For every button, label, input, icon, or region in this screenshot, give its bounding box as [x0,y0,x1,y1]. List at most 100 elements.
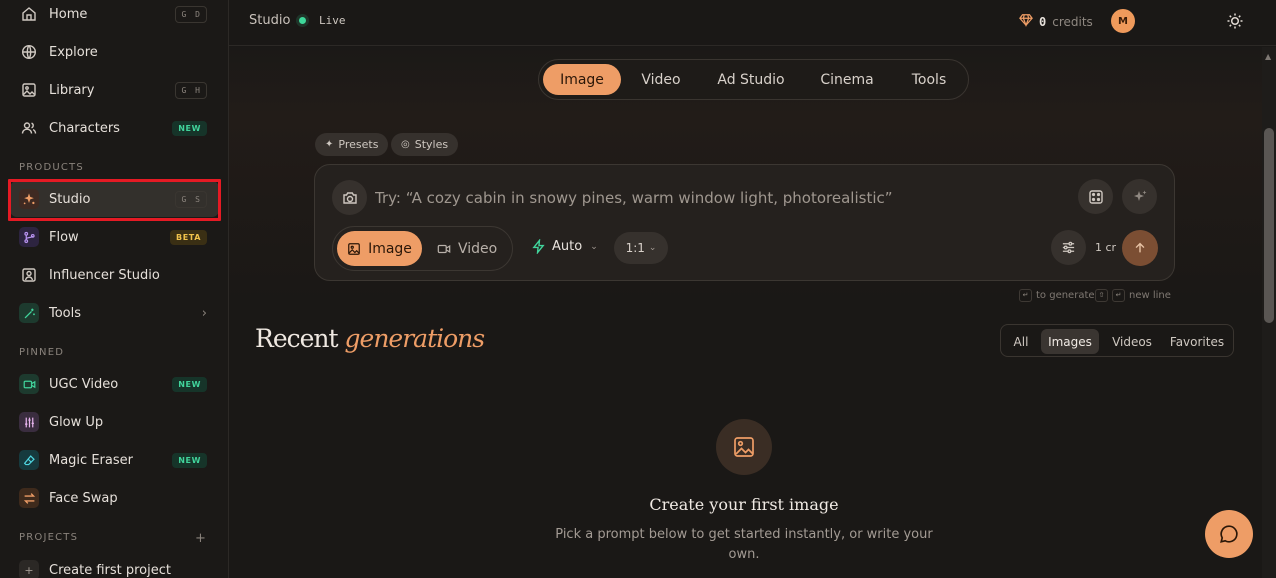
page-title: Studio [249,13,291,28]
random-prompt-button[interactable] [1078,179,1113,214]
sidebar-item-label: Flow [49,229,79,245]
aspect-ratio-select[interactable]: 1:1 ⌄ [614,232,668,264]
portrait-icon [19,265,39,285]
generate-hint: ↵ to generate [1019,289,1095,302]
dice-icon [1088,189,1103,204]
new-badge: NEW [172,120,207,136]
enter-key-icon: ↵ [1019,289,1032,302]
sparkle-icon [19,189,39,209]
filter-favorites[interactable]: Favorites [1165,329,1229,354]
sidebar-item-label: Glow Up [49,414,104,430]
tab-video[interactable]: Video [629,64,693,95]
plus-icon: + [19,560,39,578]
sidebar-item-label: Home [49,6,88,22]
sidebar-item-tools[interactable]: Tools › [10,295,219,331]
sidebar-item-explore[interactable]: Explore [10,34,219,70]
image-icon [19,80,39,100]
styles-chip[interactable]: ◎ Styles [391,133,459,156]
sidebar-item-face-swap[interactable]: Face Swap [10,480,219,516]
empty-state-title: Create your first image [649,495,839,514]
filter-all[interactable]: All [1007,329,1035,354]
sidebar-item-label: Face Swap [49,490,118,506]
filter-images[interactable]: Images [1041,329,1099,354]
upload-image-button[interactable] [332,180,367,215]
shortcut-hint: G D [174,5,207,23]
shortcut-hint: G S [174,190,207,208]
sparkles-icon [1133,190,1146,201]
enhance-prompt-button[interactable] [1122,179,1157,214]
image-icon [716,419,772,475]
sidebar-item-label: Studio [49,191,91,207]
generate-button[interactable] [1122,230,1158,266]
chat-support-button[interactable] [1205,510,1253,558]
sidebar-item-label: Tools [49,305,82,321]
scrollbar-thumb[interactable] [1264,128,1274,323]
users-icon [19,118,39,138]
type-video-button[interactable]: Video [437,231,497,266]
sidebar-item-magic-eraser[interactable]: Magic Eraser NEW [10,442,219,478]
live-status-label: Live [319,14,346,27]
credits-label: credits [1052,14,1093,29]
shift-key-icon: ⇧ [1095,289,1108,302]
mode-tabs: Image Video Ad Studio Cinema Tools [538,59,969,100]
sparkles-icon: ✦ [325,139,334,150]
avatar[interactable]: M [1111,9,1135,33]
arrow-up-icon [1135,242,1145,253]
chevron-down-icon: ⌄ [590,241,598,252]
live-status-dot [299,17,306,24]
theme-toggle-button[interactable] [1226,12,1244,30]
section-title-projects: PROJECTS [19,532,79,543]
sidebar-item-flow[interactable]: Flow BETA [10,219,219,255]
diamond-icon [1019,13,1033,30]
scroll-up-arrow-icon[interactable]: ▲ [1265,52,1271,61]
sidebar-item-library[interactable]: Library G H [10,72,219,108]
sidebar-item-influencer-studio[interactable]: Influencer Studio [10,257,219,293]
tab-tools[interactable]: Tools [897,64,961,95]
prompt-input[interactable] [375,185,1065,211]
generation-filter-tabs: All Images Videos Favorites [1000,324,1234,357]
model-select[interactable]: Auto ⌄ [531,239,598,254]
type-video-label: Video [458,240,498,257]
tab-cinema[interactable]: Cinema [809,64,885,95]
camera-icon [342,191,357,204]
tab-ad-studio[interactable]: Ad Studio [705,64,797,95]
recent-generations-heading: Recent generations [255,324,485,353]
filter-videos[interactable]: Videos [1105,329,1159,354]
chevron-down-icon: ⌄ [648,243,657,253]
wand-icon [19,303,39,323]
globe-icon [19,42,39,62]
sliders-icon [19,412,39,432]
aspect-ratio-label: 1:1 [625,241,645,255]
create-first-project[interactable]: + Create first project [10,552,219,578]
presets-chip[interactable]: ✦ Presets [315,133,389,156]
sidebar-item-home[interactable]: Home G D [10,0,219,32]
new-badge: NEW [172,376,207,392]
sidebar-item-ugc-video[interactable]: UGC Video NEW [10,366,219,402]
enter-key-icon: ↵ [1112,289,1125,302]
generate-hint-label: to generate [1036,290,1095,301]
sidebar-item-label: Explore [49,44,98,60]
home-icon [19,4,39,24]
section-title-products: PRODUCTS [19,162,84,173]
model-label: Auto [552,239,583,254]
styles-label: Styles [414,138,449,151]
newline-hint-label: new line [1129,290,1171,301]
empty-state-subtitle: Pick a prompt below to get started insta… [555,527,933,562]
lightning-icon [532,239,545,254]
video-camera-icon [19,374,39,394]
add-project-button[interactable]: + [195,531,206,546]
sidebar-item-studio[interactable]: Studio G S [10,181,219,217]
eraser-icon [19,450,39,470]
credits-display[interactable]: 0 credits [1019,13,1093,30]
settings-button[interactable] [1051,230,1086,265]
cost-label: 1 cr [1095,241,1117,254]
beta-badge: BETA [170,229,207,245]
palette-icon: ◎ [401,139,410,150]
tab-image[interactable]: Image [543,64,621,95]
type-image-button[interactable]: Image [337,231,422,266]
newline-hint: ⇧ ↵ new line [1095,289,1171,302]
sidebar-item-label: Influencer Studio [49,267,160,283]
credits-count: 0 [1039,14,1047,29]
sidebar-item-characters[interactable]: Characters NEW [10,110,219,146]
sidebar-item-glow-up[interactable]: Glow Up [10,404,219,440]
